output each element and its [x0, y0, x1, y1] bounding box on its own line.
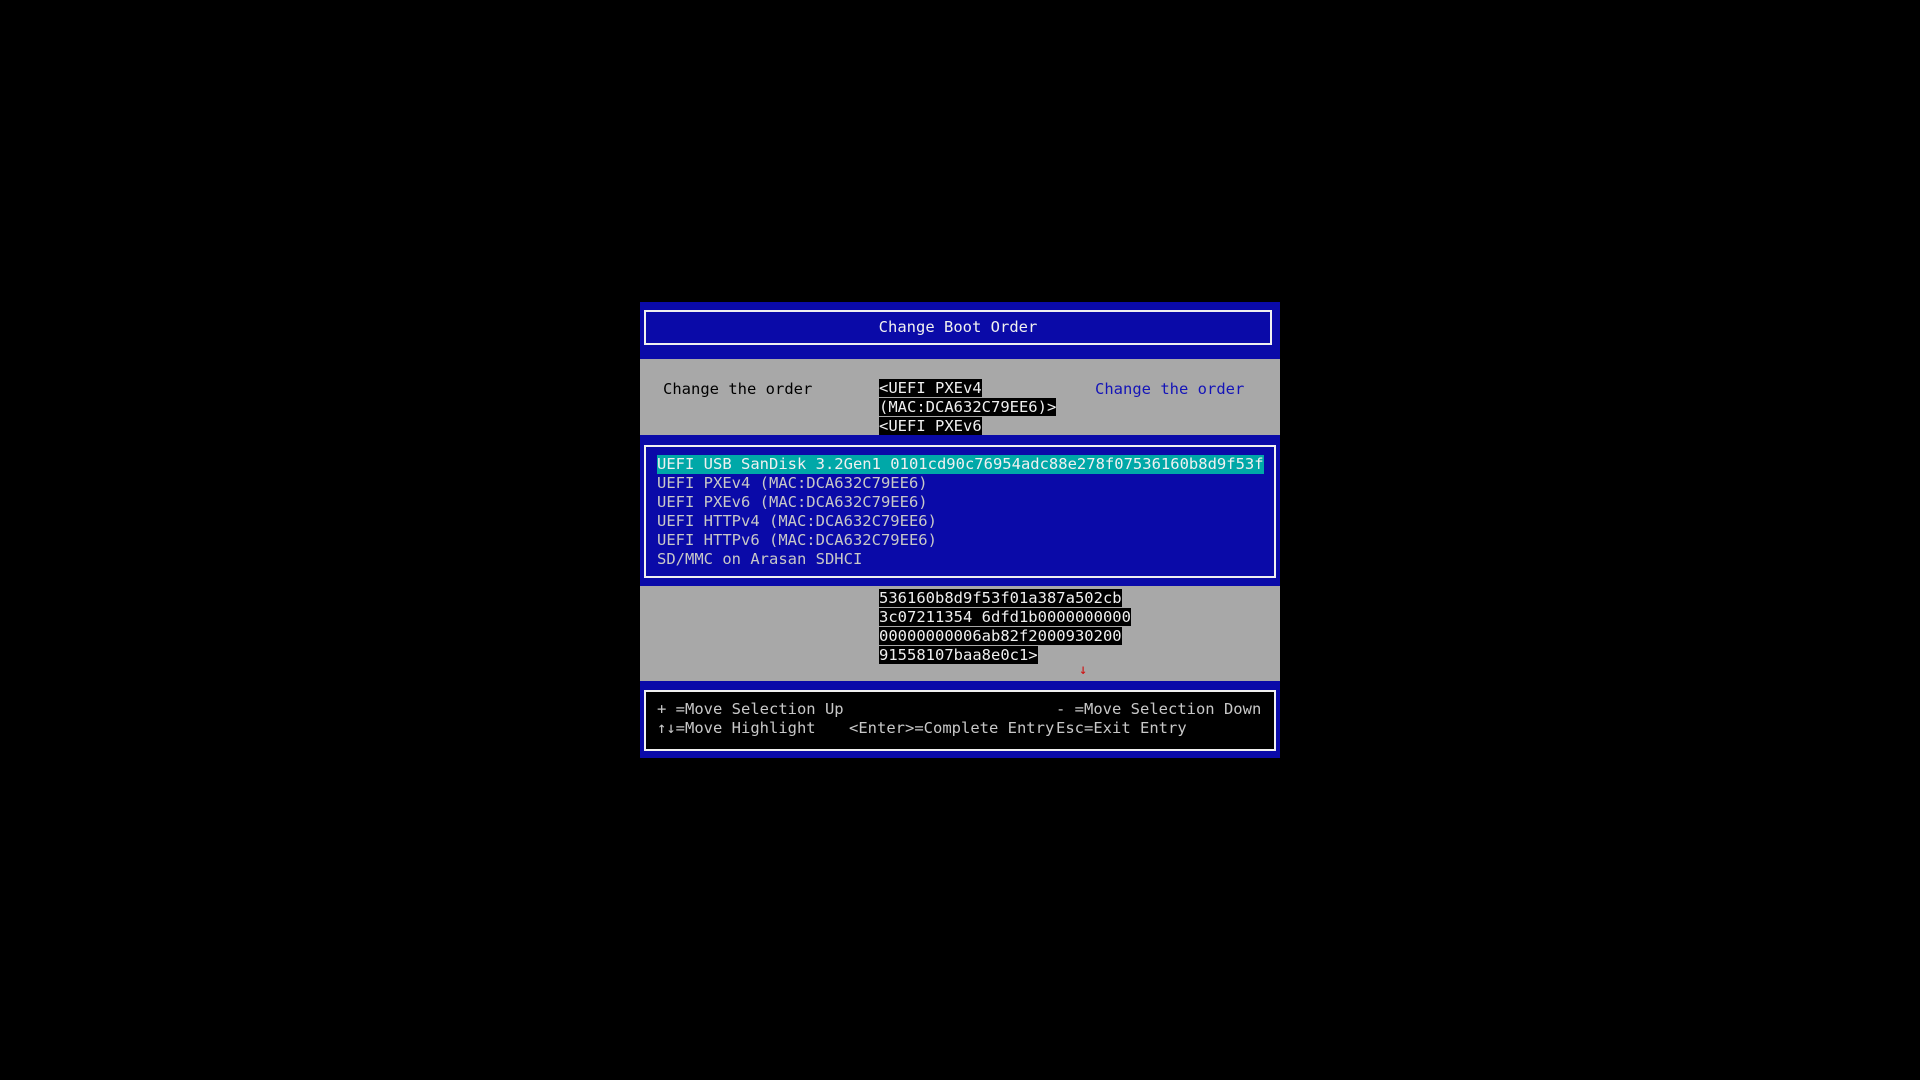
help-exit-entry: Esc=Exit Entry [1056, 719, 1187, 737]
boot-option-item[interactable]: SD/MMC on Arasan SDHCI [657, 550, 862, 569]
boot-option-item[interactable]: UEFI HTTPv4 (MAC:DCA632C79EE6) [657, 512, 937, 531]
prompt-label: Change the order [663, 380, 813, 398]
value-continuation-line: 536160b8d9f53f01a387a502cb [879, 589, 1122, 607]
value-continuation-line: 91558107baa8e0c1> [879, 646, 1038, 664]
boot-option-item[interactable]: UEFI PXEv4 (MAC:DCA632C79EE6) [657, 474, 928, 493]
current-order-field[interactable]: <UEFI PXEv4 (MAC:DCA632C79EE6)> <UEFI PX… [879, 379, 1057, 436]
current-order-line: (MAC:DCA632C79EE6)> [879, 398, 1057, 416]
boot-order-list[interactable]: UEFI USB SanDisk 3.2Gen1 0101cd90c76954a… [644, 445, 1276, 578]
key-help-bar: + =Move Selection Up - =Move Selection D… [644, 690, 1276, 751]
value-continuation-line: 3c07211354 6dfd1b0000000000 [879, 608, 1131, 626]
help-move-highlight: ↑↓=Move Highlight [657, 719, 816, 737]
value-continuation-panel: 536160b8d9f53f01a387a502cb 3c07211354 6d… [640, 586, 1280, 681]
current-order-line: <UEFI PXEv6 [879, 417, 982, 435]
value-continuation-line: 00000000006ab82f2000930200 [879, 627, 1122, 645]
current-order-line: <UEFI PXEv4 [879, 379, 982, 397]
boot-option-item[interactable]: UEFI HTTPv6 (MAC:DCA632C79EE6) [657, 531, 937, 550]
prompt-help-text: Change the order [1095, 380, 1245, 398]
prompt-panel: Change the order <UEFI PXEv4 (MAC:DCA632… [640, 359, 1280, 435]
dialog-title: Change Boot Order [644, 310, 1272, 345]
boot-option-item[interactable]: UEFI USB SanDisk 3.2Gen1 0101cd90c76954a… [657, 455, 1264, 474]
help-complete-entry: <Enter>=Complete Entry [849, 719, 1055, 737]
scroll-down-arrow-icon[interactable]: ↓ [1079, 663, 1087, 677]
help-move-down: - =Move Selection Down [1056, 700, 1262, 718]
change-boot-order-dialog: Change Boot Order Change the order <UEFI… [640, 302, 1280, 758]
boot-option-item[interactable]: UEFI PXEv6 (MAC:DCA632C79EE6) [657, 493, 928, 512]
value-continuation: 536160b8d9f53f01a387a502cb 3c07211354 6d… [879, 589, 1131, 665]
help-move-up: + =Move Selection Up [657, 700, 844, 718]
